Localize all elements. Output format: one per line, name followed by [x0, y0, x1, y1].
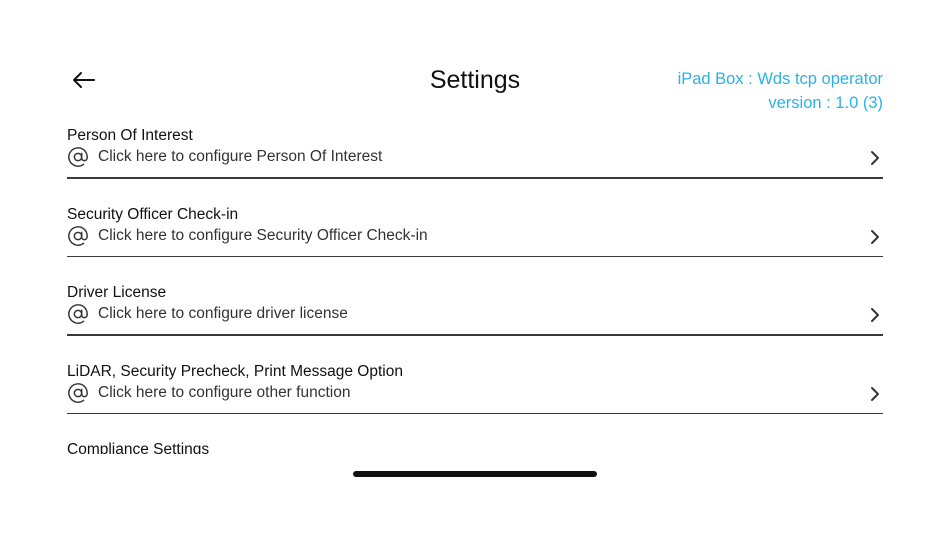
setting-subtitle-row[interactable]: Click here to configure driver license: [67, 302, 883, 328]
setting-subtitle-row[interactable]: Click here to configure Security Officer…: [67, 224, 883, 250]
settings-list: Person Of Interest Click here to configu…: [67, 124, 883, 454]
at-sign-icon: [67, 225, 89, 247]
at-sign-icon: [67, 146, 89, 168]
setting-title: Security Officer Check-in: [67, 205, 239, 223]
setting-subtitle-row[interactable]: Click here to configure Person Of Intere…: [67, 145, 883, 171]
setting-title: Person Of Interest: [67, 127, 193, 144]
setting-subtitle: Click here to configure driver license: [98, 305, 348, 322]
app-name: iPad Box : Wds tcp operator: [677, 70, 883, 88]
setting-title: LiDAR, Security Precheck, Print Message …: [67, 362, 403, 380]
setting-subtitle: Click here to configure Security Officer…: [98, 226, 428, 244]
app-version: version : 1.0 (3): [768, 94, 883, 112]
setting-subtitle: Click here to configure Person Of Intere…: [98, 148, 383, 165]
divider: [67, 412, 883, 414]
chevron-right-icon: [869, 385, 881, 403]
setting-title: Compliance Settings: [67, 441, 210, 454]
setting-subtitle-row[interactable]: Click here to configure other function: [67, 381, 883, 407]
chevron-right-icon: [869, 306, 881, 324]
home-indicator[interactable]: [353, 471, 597, 477]
setting-title: Driver License: [67, 284, 167, 301]
setting-item-driver-license[interactable]: Driver License Click here to configure d…: [67, 281, 883, 360]
at-sign-icon: [67, 303, 89, 325]
setting-item-person-of-interest[interactable]: Person Of Interest Click here to configu…: [67, 124, 883, 203]
setting-item-compliance-settings[interactable]: Compliance Settings: [67, 438, 883, 454]
at-sign-icon: [67, 382, 89, 404]
setting-item-security-officer-check-in[interactable]: Security Officer Check-in Click here to …: [67, 203, 883, 282]
chevron-right-icon: [869, 228, 881, 246]
setting-item-other-functions[interactable]: LiDAR, Security Precheck, Print Message …: [67, 360, 883, 439]
divider: [67, 177, 883, 179]
chevron-right-icon: [869, 149, 881, 167]
divider: [67, 334, 883, 336]
setting-subtitle: Click here to configure other function: [98, 383, 351, 401]
divider: [67, 255, 883, 257]
app-info: iPad Box : Wds tcp operator version : 1.…: [678, 67, 883, 115]
